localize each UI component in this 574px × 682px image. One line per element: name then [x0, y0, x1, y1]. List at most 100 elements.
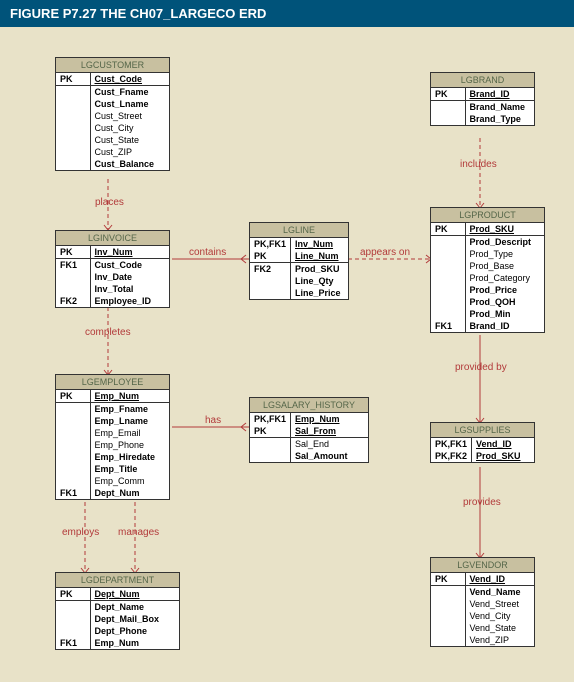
attr-row: Dept_Name	[56, 601, 179, 614]
attr-row: Sal_Amount	[250, 450, 368, 462]
attr-row: Dept_Mail_Box	[56, 613, 179, 625]
entity-lgproduct: LGPRODUCT PKProd_SKUProd_DescriptProd_Ty…	[430, 207, 545, 333]
attr-row: Prod_QOH	[431, 296, 544, 308]
entity-lginvoice: LGINVOICE PKInv_NumFK1Cust_CodeInv_DateI…	[55, 230, 170, 308]
attr-col: Emp_Comm	[90, 475, 169, 487]
key-col: PK	[56, 73, 90, 86]
entity-lgcustomer: LGCUSTOMER PKCust_CodeCust_FnameCust_Lna…	[55, 57, 170, 171]
entity-title: LGSUPPLIES	[431, 423, 534, 438]
attr-row: Vend_City	[431, 610, 534, 622]
attr-col: Prod_SKU	[472, 450, 534, 462]
entity-title: LGLINE	[250, 223, 348, 238]
attr-row: Cust_Balance	[56, 158, 169, 170]
attr-col: Vend_Street	[465, 598, 534, 610]
attr-col: Employee_ID	[90, 295, 169, 307]
entity-lgemployee: LGEMPLOYEE PKEmp_NumEmp_FnameEmp_LnameEm…	[55, 374, 170, 500]
attr-row: Prod_Base	[431, 260, 544, 272]
key-col	[56, 146, 90, 158]
attr-row: Emp_Hiredate	[56, 451, 169, 463]
attr-col: Emp_Num	[291, 413, 368, 425]
attr-col: Line_Qty	[291, 275, 348, 287]
attr-col: Cust_Street	[90, 110, 169, 122]
key-col: FK1	[56, 637, 90, 649]
pk-row: PKLine_Num	[250, 250, 348, 263]
attr-col: Prod_Base	[465, 260, 544, 272]
attr-col: Sal_End	[291, 438, 368, 451]
pk-row: PK,FK1Emp_Num	[250, 413, 368, 425]
pk-row: PKBrand_ID	[431, 88, 534, 101]
key-col	[56, 158, 90, 170]
rel-provided-by: provided by	[455, 362, 507, 373]
key-col: PK	[431, 573, 465, 586]
attr-col: Brand_ID	[465, 88, 534, 101]
entity-lgdepartment: LGDEPARTMENT PKDept_NumDept_NameDept_Mai…	[55, 572, 180, 650]
attr-col: Prod_QOH	[465, 296, 544, 308]
key-col: PK,FK1	[431, 438, 472, 450]
attr-col: Emp_Phone	[90, 439, 169, 451]
attr-col: Prod_Category	[465, 272, 544, 284]
attr-row: Prod_Price	[431, 284, 544, 296]
rel-appears-on: appears on	[360, 247, 410, 258]
key-col	[56, 271, 90, 283]
attr-row: Prod_Type	[431, 248, 544, 260]
key-col	[56, 122, 90, 134]
attr-col: Emp_Title	[90, 463, 169, 475]
pk-row: PK,FK2Prod_SKU	[431, 450, 534, 462]
attr-col: Cust_Code	[90, 259, 169, 272]
attr-col: Brand_Type	[465, 113, 534, 125]
key-col	[431, 236, 465, 249]
entity-title: LGINVOICE	[56, 231, 169, 246]
entity-title: LGEMPLOYEE	[56, 375, 169, 390]
key-col: PK	[250, 425, 291, 438]
key-col: PK	[56, 588, 90, 601]
key-col	[56, 451, 90, 463]
rel-includes: includes	[460, 159, 497, 170]
key-col	[431, 284, 465, 296]
figure-title: FIGURE P7.27 THE CH07_LARGECO ERD	[0, 0, 574, 27]
key-col: PK	[56, 246, 90, 259]
attr-col: Dept_Phone	[90, 625, 179, 637]
attr-col: Cust_City	[90, 122, 169, 134]
entity-lgvendor: LGVENDOR PKVend_IDVend_NameVend_StreetVe…	[430, 557, 535, 647]
key-col	[431, 113, 465, 125]
attr-col: Dept_Mail_Box	[90, 613, 179, 625]
attr-col: Emp_Email	[90, 427, 169, 439]
attr-row: Cust_Fname	[56, 86, 169, 99]
pk-row: PKInv_Num	[56, 246, 169, 259]
rel-provides: provides	[463, 497, 501, 508]
attr-col: Dept_Num	[90, 487, 169, 499]
key-col	[56, 415, 90, 427]
attr-col: Line_Price	[291, 287, 348, 299]
key-col: PK	[250, 250, 291, 263]
key-col	[56, 613, 90, 625]
pk-row: PKProd_SKU	[431, 223, 544, 236]
attr-col: Emp_Num	[90, 390, 169, 403]
attr-row: Emp_Email	[56, 427, 169, 439]
attr-col: Prod_Price	[465, 284, 544, 296]
attr-row: Cust_State	[56, 134, 169, 146]
key-col: PK	[431, 88, 465, 101]
attr-row: Vend_ZIP	[431, 634, 534, 646]
attr-col: Prod_Descript	[465, 236, 544, 249]
rel-contains: contains	[189, 247, 226, 258]
attr-row: Cust_Street	[56, 110, 169, 122]
rel-has: has	[205, 415, 221, 426]
rel-places: places	[95, 197, 124, 208]
attr-row: Dept_Phone	[56, 625, 179, 637]
attr-col: Brand_Name	[465, 101, 534, 114]
attr-row: Brand_Name	[431, 101, 534, 114]
attr-row: FK2Prod_SKU	[250, 263, 348, 276]
rel-completes: completes	[85, 327, 131, 338]
attr-col: Vend_City	[465, 610, 534, 622]
attr-col: Cust_Code	[90, 73, 169, 86]
attr-col: Emp_Num	[90, 637, 179, 649]
attr-row: Cust_Lname	[56, 98, 169, 110]
attr-col: Inv_Total	[90, 283, 169, 295]
key-col	[431, 308, 465, 320]
attr-col: Emp_Lname	[90, 415, 169, 427]
attr-col: Sal_From	[291, 425, 368, 438]
attr-col: Cust_ZIP	[90, 146, 169, 158]
attr-row: Sal_End	[250, 438, 368, 451]
key-col	[431, 598, 465, 610]
key-col	[250, 450, 291, 462]
